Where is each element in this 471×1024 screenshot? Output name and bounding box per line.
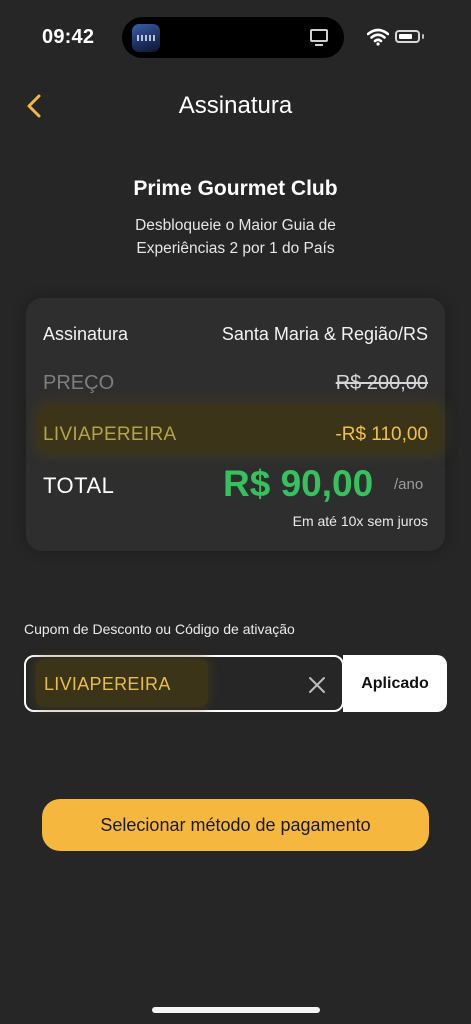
discount-amount: -R$ 110,00 — [335, 424, 428, 445]
total-amount: R$ 90,00 — [223, 463, 374, 504]
page-title: Assinatura — [178, 92, 293, 119]
select-payment-method-button[interactable]: Selecionar método de pagamento — [42, 799, 429, 851]
battery-cap — [422, 34, 424, 39]
coupon-label: Cupom de Desconto ou Código de ativação — [24, 621, 295, 637]
installments-note: Em até 10x sem juros — [292, 513, 428, 529]
app-thumbnail-icon — [132, 24, 160, 52]
total-period: /ano — [394, 476, 424, 493]
subscription-screen: 09:42 Assinatura Prime Gourmet Club Desb… — [0, 0, 471, 1024]
coupon-value[interactable]: LIVIAPEREIRA — [44, 674, 171, 695]
subscription-region: Santa Maria & Região/RS — [221, 324, 428, 344]
tv-icon — [310, 29, 328, 46]
status-time: 09:42 — [42, 26, 95, 48]
coupon-input[interactable]: LIVIAPEREIRA — [24, 655, 344, 712]
discount-code-label: LIVIAPEREIRA — [43, 424, 177, 445]
apply-coupon-button[interactable]: Aplicado — [343, 655, 447, 712]
subscription-label: Assinatura — [43, 324, 129, 344]
total-label: TOTAL — [43, 473, 115, 498]
battery-level — [399, 34, 412, 39]
dynamic-island — [122, 17, 344, 58]
battery-icon — [395, 30, 420, 43]
wifi-icon — [367, 28, 389, 46]
club-title: Prime Gourmet Club — [133, 177, 338, 200]
original-price: R$ 200,00 — [335, 372, 428, 394]
club-subtitle: Desbloqueie o Maior Guia de Experiências… — [135, 217, 336, 257]
close-icon[interactable] — [308, 676, 326, 694]
home-indicator[interactable] — [152, 1007, 320, 1013]
price-label: PREÇO — [43, 372, 115, 394]
